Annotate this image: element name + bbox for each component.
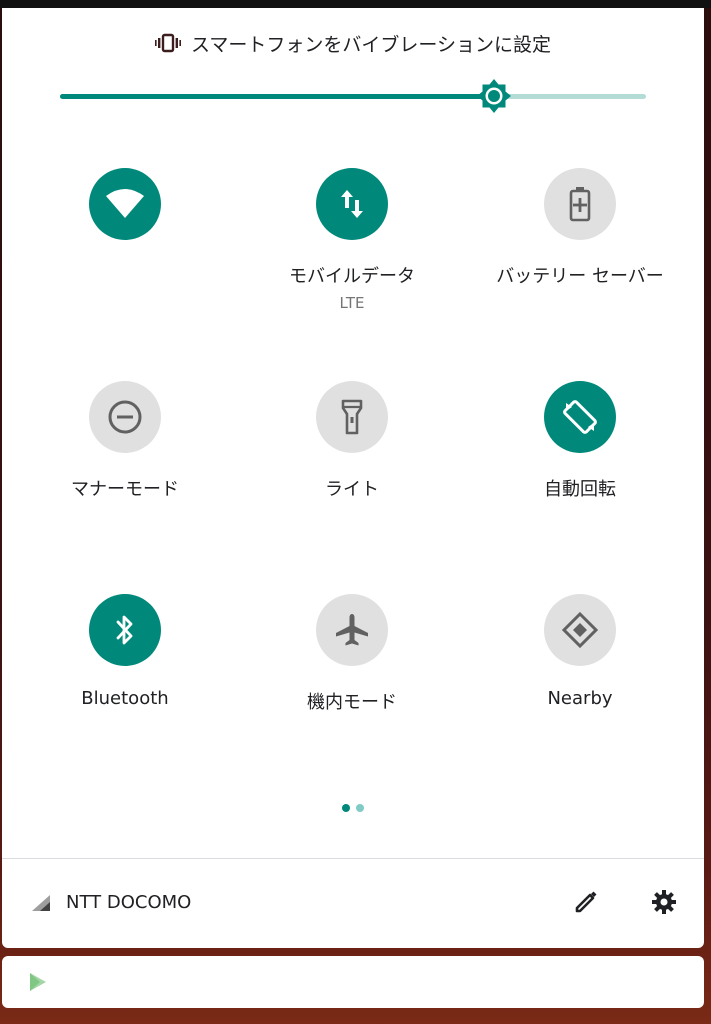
settings-button[interactable] xyxy=(648,886,680,918)
vibrate-icon xyxy=(154,33,181,53)
vibrate-label: スマートフォンをバイブレーションに設定 xyxy=(190,33,552,56)
vibrate-row[interactable]: スマートフォンをバイブレーションに設定 xyxy=(2,28,704,58)
footer-divider xyxy=(2,858,704,859)
battery-saver-toggle[interactable] xyxy=(544,168,616,240)
auto-rotate-icon xyxy=(563,400,597,434)
mobile-data-toggle[interactable] xyxy=(316,168,388,240)
flashlight-toggle[interactable] xyxy=(316,381,388,453)
wifi-toggle[interactable] xyxy=(89,168,161,240)
status-bar-edge xyxy=(0,0,711,8)
bluetooth-toggle[interactable] xyxy=(89,594,161,666)
tile-do-not-disturb-label: マナーモード xyxy=(71,479,179,500)
edit-icon xyxy=(575,891,597,913)
battery-saver-icon xyxy=(569,187,591,222)
tile-nearby-label: Nearby xyxy=(547,688,613,709)
tile-bluetooth-label: Bluetooth xyxy=(81,688,169,709)
quick-settings-panel: スマートフォンをバイブレーションに設定 モバイルデータ LTE バッテリー セー… xyxy=(2,8,704,948)
settings-icon xyxy=(652,890,676,914)
notification-card[interactable] xyxy=(2,956,704,1008)
brightness-icon[interactable] xyxy=(476,78,512,114)
airplane-toggle[interactable] xyxy=(316,594,388,666)
page-dot-2[interactable] xyxy=(356,804,364,812)
airplane-icon xyxy=(336,614,368,646)
tile-wifi[interactable] xyxy=(25,168,225,262)
tile-battery-saver-label: バッテリー セーバー xyxy=(496,266,664,287)
tile-flashlight-label: ライト xyxy=(325,479,379,500)
tile-auto-rotate-label: 自動回転 xyxy=(544,479,616,500)
tile-do-not-disturb[interactable]: マナーモード xyxy=(25,381,225,501)
nearby-icon xyxy=(562,612,598,648)
carrier-info: NTT DOCOMO xyxy=(30,892,191,913)
tile-mobile-data-sub: LTE xyxy=(339,294,365,312)
mobile-data-icon xyxy=(341,190,363,218)
wifi-icon xyxy=(106,189,144,218)
tile-airplane-label: 機内モード xyxy=(307,692,397,713)
edit-button[interactable] xyxy=(570,886,602,918)
bluetooth-icon xyxy=(116,615,133,645)
brightness-fill xyxy=(60,94,494,99)
tile-nearby[interactable]: Nearby xyxy=(480,594,680,709)
page-indicator xyxy=(2,804,704,812)
tile-mobile-data[interactable]: モバイルデータ LTE xyxy=(252,168,452,312)
tile-auto-rotate[interactable]: 自動回転 xyxy=(480,381,680,501)
signal-icon xyxy=(32,894,50,911)
flashlight-icon xyxy=(341,399,363,435)
page-dot-1[interactable] xyxy=(342,804,350,812)
tile-airplane[interactable]: 機内モード xyxy=(252,594,452,714)
do-not-disturb-icon xyxy=(108,400,142,434)
do-not-disturb-toggle[interactable] xyxy=(89,381,161,453)
play-store-icon xyxy=(30,973,46,991)
brightness-slider[interactable] xyxy=(60,79,646,113)
carrier-name: NTT DOCOMO xyxy=(66,892,192,913)
auto-rotate-toggle[interactable] xyxy=(544,381,616,453)
tile-mobile-data-label: モバイルデータ xyxy=(289,266,415,287)
tile-flashlight[interactable]: ライト xyxy=(252,381,452,501)
tile-bluetooth[interactable]: Bluetooth xyxy=(25,594,225,709)
tile-battery-saver[interactable]: バッテリー セーバー xyxy=(480,168,680,288)
quick-settings-footer: NTT DOCOMO xyxy=(2,860,704,948)
nearby-toggle[interactable] xyxy=(544,594,616,666)
